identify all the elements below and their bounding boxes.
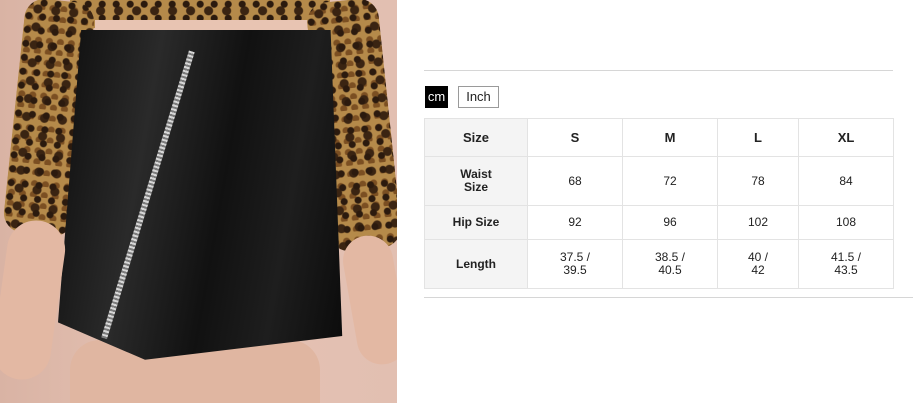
column-header: S [527, 118, 623, 157]
size-header: Size [424, 118, 528, 157]
right-arm [339, 231, 397, 369]
row-label: Hip Size [424, 205, 528, 240]
table-cell: 41.5 / 43.5 [798, 239, 894, 289]
table-cell: 96 [622, 205, 718, 240]
row-label: Waist Size [424, 156, 528, 206]
table-cell: 108 [798, 205, 894, 240]
product-photo [0, 0, 397, 403]
unit-cm-button[interactable]: cm [425, 86, 448, 108]
table-cell: 68 [527, 156, 623, 206]
column-header: L [717, 118, 799, 157]
unit-inch-button[interactable]: Inch [458, 86, 499, 108]
table-row: Waist Size 68 72 78 84 [424, 156, 894, 206]
leather-skirt [58, 30, 343, 360]
row-label: Length [424, 239, 528, 289]
divider-bottom [424, 297, 913, 298]
table-cell: 84 [798, 156, 894, 206]
table-cell: 78 [717, 156, 799, 206]
left-arm [0, 216, 69, 384]
divider-top [424, 70, 893, 71]
column-header: XL [798, 118, 894, 157]
table-row: Length 37.5 / 39.5 38.5 / 40.5 40 / 42 4… [424, 239, 894, 289]
table-cell: 38.5 / 40.5 [622, 239, 718, 289]
table-row: Hip Size 92 96 102 108 [424, 205, 894, 240]
table-header-row: Size S M L XL [424, 118, 894, 157]
table-cell: 37.5 / 39.5 [527, 239, 623, 289]
table-cell: 92 [527, 205, 623, 240]
size-chart-table: Size S M L XL Waist Size 68 72 78 84 Hip… [424, 118, 894, 289]
table-cell: 40 / 42 [717, 239, 799, 289]
column-header: M [622, 118, 718, 157]
table-cell: 102 [717, 205, 799, 240]
table-cell: 72 [622, 156, 718, 206]
